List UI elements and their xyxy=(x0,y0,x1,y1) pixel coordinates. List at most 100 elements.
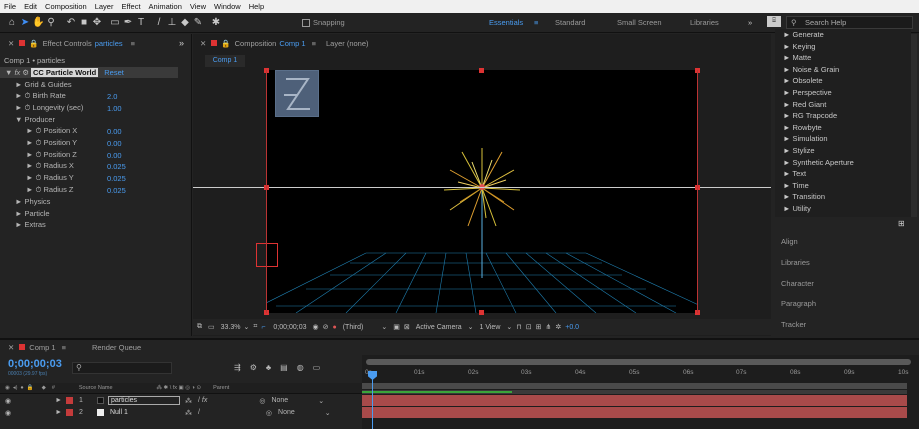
effects-category[interactable]: ► Matte xyxy=(775,52,911,64)
pen-tool-icon[interactable]: ✒ xyxy=(122,17,134,28)
collapsed-chevron-icon[interactable]: ► xyxy=(15,103,22,112)
composition-viewer[interactable] xyxy=(256,70,698,313)
mask-visibility-icon[interactable]: ⌐ xyxy=(261,324,265,331)
effects-category[interactable]: ► Rowbyte xyxy=(775,122,911,134)
close-icon[interactable]: ✕ xyxy=(8,343,14,352)
layer-number-icon[interactable]: # xyxy=(52,385,55,391)
collapsed-chevron-icon[interactable]: ► xyxy=(15,197,22,206)
brush-tool-icon[interactable]: / xyxy=(153,17,165,28)
fast-previews-icon[interactable]: ⊡ xyxy=(526,323,532,331)
layer-name[interactable]: particles xyxy=(107,396,180,405)
stopwatch-icon[interactable]: ⏱ xyxy=(25,103,31,113)
chevron-down-icon[interactable]: ⌄ xyxy=(506,323,512,331)
longevity-value[interactable]: 1.00 xyxy=(107,104,122,113)
source-name-column[interactable]: Source Name xyxy=(79,385,113,391)
lock-icon[interactable]: 🔒 xyxy=(221,39,230,48)
libraries-panel[interactable]: Libraries xyxy=(781,258,810,267)
parent-column[interactable]: Parent xyxy=(213,385,229,391)
collapsed-chevron-icon[interactable]: ► xyxy=(26,126,33,135)
grid-icon[interactable]: ⌗ xyxy=(253,323,257,331)
exposure-value[interactable]: +0.0 xyxy=(565,324,579,331)
collapsed-chevron-icon[interactable]: ► xyxy=(26,185,33,194)
stopwatch-icon[interactable]: ⏱ xyxy=(36,161,42,171)
expand-chevron-icon[interactable]: ▼ xyxy=(15,115,22,124)
collapsed-chevron-icon[interactable]: ► xyxy=(15,80,22,89)
lock-icon[interactable]: 🔒 xyxy=(27,385,34,391)
switches-column-icon[interactable]: ⁂ ✱ \ fx ▣ ◎ ◑ ⊙ xyxy=(157,385,202,391)
quality-switch-icon[interactable]: / xyxy=(198,409,200,416)
camera-dropdown[interactable]: Active Camera xyxy=(416,324,462,331)
camera-tool-icon[interactable]: ■ xyxy=(78,17,90,28)
chevron-down-icon[interactable]: ⌄ xyxy=(243,323,249,331)
close-icon[interactable]: ✕ xyxy=(200,39,206,48)
radius-x-value[interactable]: 0.025 xyxy=(107,162,126,171)
collapsed-chevron-icon[interactable]: ► xyxy=(15,209,22,218)
effect-controls-layer[interactable]: particles xyxy=(95,39,123,48)
fx-icon[interactable]: fx xyxy=(14,68,20,77)
position-z-value[interactable]: 0.00 xyxy=(107,151,122,160)
physics-group[interactable]: ► Physics xyxy=(15,196,50,207)
layer-handle[interactable] xyxy=(479,68,484,73)
new-bin-icon[interactable]: ⊞ xyxy=(898,219,905,228)
motion-blur-icon[interactable]: ◍ xyxy=(297,363,304,372)
playhead-handle[interactable] xyxy=(368,371,377,380)
stopwatch-icon[interactable]: ⏱ xyxy=(36,150,42,160)
layer-label-color[interactable] xyxy=(66,397,74,404)
radius-y-value[interactable]: 0.025 xyxy=(107,174,126,183)
effect-header-row[interactable]: ▼ fx ⚙ CC Particle World Reset xyxy=(0,67,178,78)
position-x-value[interactable]: 0.00 xyxy=(107,127,122,136)
timeline-timecode[interactable]: 0;00;00;03 xyxy=(8,358,62,370)
layer-tab[interactable]: Layer (none) xyxy=(326,39,369,48)
effects-category[interactable]: ► Stylize xyxy=(775,145,911,157)
selection-tool-icon[interactable]: ➤ xyxy=(19,17,31,28)
paragraph-panel[interactable]: Paragraph xyxy=(781,299,816,308)
comp-flowchart-icon[interactable]: ⇶ xyxy=(234,363,241,372)
effects-category[interactable]: ► RG Trapcode xyxy=(775,110,911,122)
workspace-essentials[interactable]: Essentials xyxy=(489,18,523,27)
puppet-tool-icon[interactable]: ✱ xyxy=(210,17,222,28)
search-input[interactable]: ⚲ Search Help xyxy=(786,16,913,29)
hand-tool-icon[interactable]: ✋ xyxy=(32,17,44,28)
menu-effect[interactable]: Effect xyxy=(121,2,140,11)
effects-category[interactable]: ► Transition xyxy=(775,191,911,203)
reset-button[interactable]: Reset xyxy=(104,68,124,77)
effect-name[interactable]: CC Particle World xyxy=(31,68,99,77)
render-queue-tab[interactable]: Render Queue xyxy=(92,343,141,352)
effects-category[interactable]: ► Synthetic Aperture xyxy=(775,157,911,169)
menu-file[interactable]: File xyxy=(4,2,16,11)
effect-controls-tab[interactable]: Effect Controls xyxy=(43,39,92,48)
eraser-tool-icon[interactable]: ◆ xyxy=(179,17,191,28)
producer-group[interactable]: ▼ Producer xyxy=(15,114,55,125)
stopwatch-icon[interactable]: ⏱ xyxy=(36,173,42,183)
collapsed-chevron-icon[interactable]: ► xyxy=(26,173,33,182)
exposure-icon[interactable]: ✲ xyxy=(555,323,561,331)
layer-track-bar[interactable] xyxy=(362,407,907,418)
current-time[interactable]: 0;00;00;03 xyxy=(273,324,306,331)
stopwatch-icon[interactable]: ⏱ xyxy=(25,91,31,101)
label-icon[interactable]: ◆ xyxy=(42,385,46,391)
collapsed-chevron-icon[interactable]: ► xyxy=(26,138,33,147)
view-layout-dropdown[interactable]: 1 View xyxy=(480,324,501,331)
channel-icon[interactable]: ⊘ xyxy=(323,323,329,331)
character-panel[interactable]: Character xyxy=(781,279,814,288)
stopwatch-icon[interactable]: ⏱ xyxy=(36,185,42,195)
chevron-down-icon[interactable]: ⌄ xyxy=(468,323,474,331)
shy-switch-icon[interactable]: ⁂ xyxy=(185,397,192,405)
clone-tool-icon[interactable]: ⊥ xyxy=(166,17,178,28)
snapping-checkbox[interactable] xyxy=(302,18,310,27)
timeline-search-input[interactable]: ⚲ xyxy=(72,362,172,374)
effects-category[interactable]: ► Text xyxy=(775,168,911,180)
workspace-standard[interactable]: Standard xyxy=(555,18,585,27)
menu-help[interactable]: Help xyxy=(249,2,264,11)
effects-category[interactable]: ► Generate xyxy=(775,29,911,41)
pan-behind-icon[interactable]: ✥ xyxy=(91,17,103,28)
pick-whip-icon[interactable]: ◎ xyxy=(266,409,272,417)
particle-group[interactable]: ► Particle xyxy=(15,208,50,219)
visibility-icon[interactable]: ◉ xyxy=(5,385,10,391)
grid-guides-group[interactable]: ► Grid & Guides xyxy=(15,79,72,90)
rectangle-tool-icon[interactable]: ▭ xyxy=(109,17,121,28)
collapsed-chevron-icon[interactable]: ► xyxy=(55,409,62,416)
null-object-outline[interactable] xyxy=(256,243,278,267)
effects-category[interactable]: ► Red Giant xyxy=(775,99,911,111)
menu-layer[interactable]: Layer xyxy=(95,2,114,11)
